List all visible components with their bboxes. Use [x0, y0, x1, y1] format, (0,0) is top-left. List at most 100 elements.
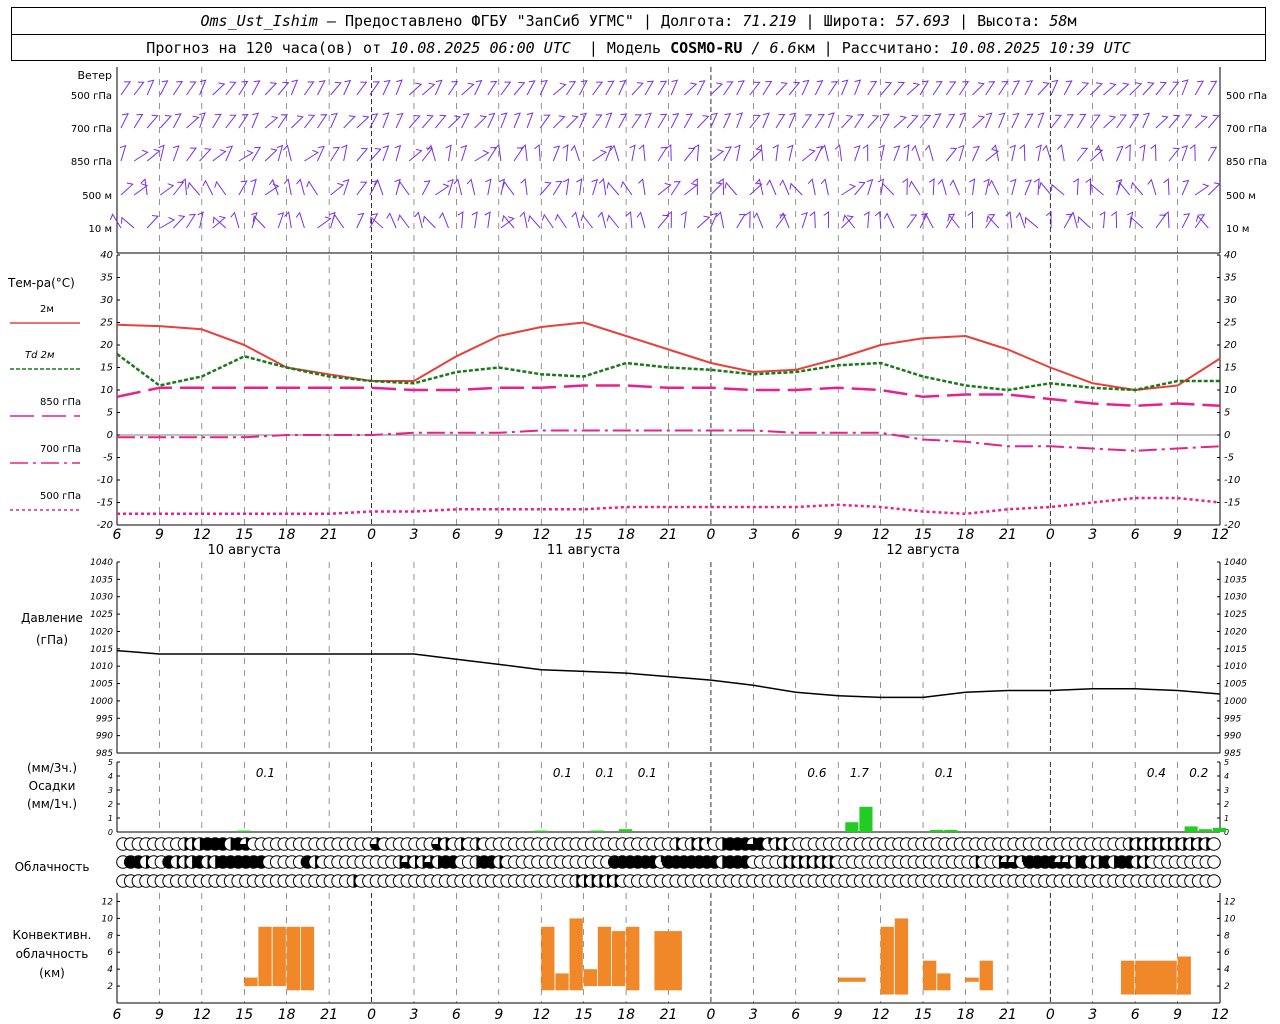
wind-barb: [356, 115, 370, 129]
conv-cloud-bar: [258, 926, 272, 986]
wind-barb: [638, 144, 646, 162]
wind-barb: [160, 183, 175, 196]
wind-barb: [932, 81, 943, 96]
wind-barb: [932, 113, 942, 129]
wind-barb: [1181, 145, 1189, 162]
wind-barb: [526, 80, 536, 96]
hour-tick-label: 18: [617, 1007, 635, 1023]
wind-barb: [1129, 113, 1140, 129]
wind-barb: [133, 81, 145, 96]
wind-barb: [317, 80, 326, 96]
wind-panel: Ветер 500 гПа 700 гПа 850 гПа 500 м 10 м 500 г…: [71, 67, 1267, 254]
wind-barb: [906, 82, 921, 96]
y-tick-label-left: 1: [108, 814, 113, 823]
wind-barb: [893, 81, 906, 96]
y-tick-label-right: 30: [1224, 295, 1237, 306]
wind-barb: [597, 211, 607, 229]
wind-barb: [657, 214, 670, 229]
wind-barb: [1168, 114, 1181, 129]
precip-ylabel: (мм/3ч.): [27, 761, 77, 775]
y-tick-label-left: -5: [103, 453, 113, 464]
y-tick-label-left: 5: [108, 758, 113, 767]
wind-barb: [296, 178, 305, 196]
wind-barb: [1011, 80, 1021, 96]
wind-barb: [225, 145, 234, 162]
wind-barb: [180, 178, 187, 196]
hour-tick-label: 6: [791, 527, 800, 543]
temp-ylabel: Тем-ра(°C): [7, 276, 75, 290]
hour-tick-label: 9: [155, 527, 164, 543]
wind-barb: [1076, 113, 1087, 129]
wind-barb: [841, 79, 849, 96]
wind-barb: [820, 178, 829, 196]
wind-barb: [264, 82, 278, 96]
wind-barb: [1207, 146, 1218, 162]
wind-barb: [172, 145, 180, 162]
y-tick-label-left: 1020: [90, 627, 113, 637]
wind-barb: [159, 115, 173, 129]
wind-barb: [421, 82, 436, 96]
wind-barb: [620, 180, 633, 196]
wind-barb: [552, 145, 561, 162]
wind-barb: [554, 213, 567, 229]
wind-barb: [1168, 81, 1180, 96]
hour-tick-label: 12: [193, 1007, 211, 1023]
wind-barb: [1024, 80, 1034, 96]
wind-barb: [186, 81, 197, 96]
wind-barb: [736, 112, 744, 129]
wind-barb: [883, 212, 895, 229]
wind-barb: [937, 178, 947, 196]
wind-barb: [230, 211, 240, 229]
wind-barb: [949, 179, 960, 196]
wind-barb: [823, 211, 830, 229]
y-tick-label-right: 995: [1224, 714, 1241, 724]
wind-barb: [225, 81, 237, 96]
wind-barb: [1194, 115, 1208, 129]
wind-barb: [250, 178, 257, 196]
wind-barb: [460, 144, 468, 162]
wind-barb: [238, 180, 248, 196]
wind-barb: [422, 215, 436, 229]
wind-barb: [186, 115, 200, 129]
wind-barb: [631, 114, 642, 129]
hour-tick-label: 9: [1173, 1007, 1182, 1023]
precip-total-label: 0.1: [935, 766, 954, 780]
wind-barb: [908, 180, 921, 196]
wind-barb: [945, 81, 957, 96]
wind-barb: [1142, 82, 1155, 96]
pressure-ylabel: Давление: [21, 611, 83, 625]
wind-barb: [1181, 114, 1193, 129]
wind-barb: [880, 113, 890, 129]
conv-cloud-bar: [1121, 960, 1135, 995]
wind-barb: [283, 144, 292, 162]
wind-barb: [565, 81, 577, 96]
y-tick-label-left: 6: [107, 948, 113, 958]
wind-barb: [1051, 183, 1065, 196]
y-tick-label-left: 10: [102, 914, 114, 924]
wind-barb: [766, 179, 777, 196]
y-tick-label-right: 1040: [1224, 558, 1247, 568]
wind-barb: [749, 81, 761, 96]
wind-barb: [827, 112, 835, 129]
hour-tick-label: 12: [532, 527, 550, 543]
wind-barb: [146, 148, 161, 162]
wind-barb: [749, 114, 761, 129]
hour-tick-label: 15: [914, 527, 932, 543]
hour-tick-label: 15: [235, 1007, 253, 1023]
hour-tick-label: 0: [367, 1007, 376, 1023]
conv-cloud-bar: [965, 977, 979, 982]
hour-tick-label: 6: [1131, 1007, 1140, 1023]
hour-tick-label: 6: [452, 1007, 461, 1023]
wind-barb: [854, 181, 866, 196]
wind-title: Ветер: [78, 69, 112, 82]
wind-barb: [1207, 80, 1218, 96]
hour-tick-label: 9: [1173, 527, 1182, 543]
precip-bar: [1184, 826, 1198, 832]
wind-barb: [277, 114, 289, 129]
wind-barb: [579, 80, 588, 96]
wind-barb: [1111, 211, 1118, 229]
wind-barb: [121, 216, 135, 229]
wind-barb: [809, 211, 816, 229]
legend-label: 500 гПа: [40, 491, 81, 502]
wind-barb: [541, 213, 554, 229]
